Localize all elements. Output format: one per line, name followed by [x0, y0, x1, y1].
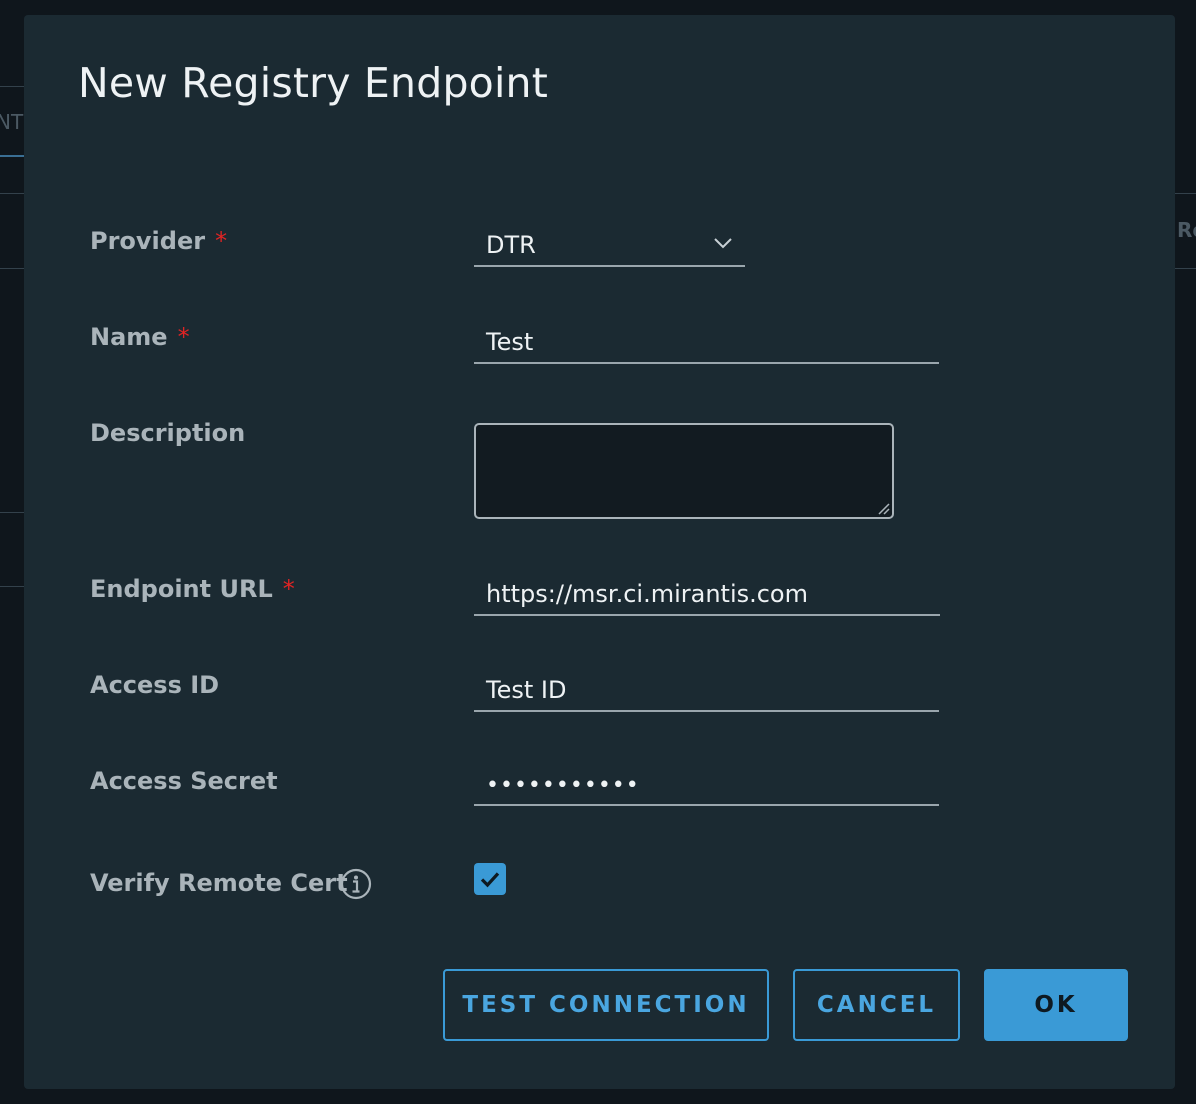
access-secret-label: Access Secret	[90, 767, 278, 795]
background-divider	[1175, 268, 1196, 269]
checkmark-icon	[480, 872, 500, 888]
endpoint-url-input[interactable]: https://msr.ci.mirantis.com	[474, 578, 940, 616]
new-registry-endpoint-dialog: New Registry Endpoint Provider * DTR Name…	[24, 15, 1175, 1089]
endpoint-url-label-text: Endpoint URL	[90, 575, 273, 603]
verify-remote-cert-label-text: Verify Remote Cert	[90, 869, 348, 897]
name-input-value: Test	[486, 328, 534, 356]
background-divider	[0, 193, 24, 194]
access-secret-input-value: •••••••••••	[486, 773, 640, 798]
required-marker: *	[282, 575, 295, 603]
access-secret-input[interactable]: •••••••••••	[474, 768, 939, 806]
required-marker: *	[177, 323, 190, 351]
info-icon[interactable]	[340, 868, 372, 900]
access-id-label: Access ID	[90, 671, 220, 699]
resize-handle-icon[interactable]	[876, 501, 890, 515]
provider-select-value: DTR	[486, 231, 536, 259]
name-label-text: Name	[90, 323, 168, 351]
background-tab-fragment: NT	[0, 110, 24, 134]
cancel-button[interactable]: CANCEL	[793, 969, 960, 1041]
name-input[interactable]: Test	[474, 326, 939, 364]
name-label: Name *	[90, 323, 190, 351]
provider-label: Provider *	[90, 227, 227, 255]
background-divider	[0, 512, 24, 513]
access-id-input-value: Test ID	[486, 676, 567, 704]
access-id-input[interactable]: Test ID	[474, 674, 939, 712]
description-label: Description	[90, 419, 246, 447]
ok-button[interactable]: OK	[984, 969, 1128, 1041]
background-divider	[0, 155, 24, 157]
verify-remote-cert-label: Verify Remote Cert	[90, 869, 348, 897]
chevron-down-icon	[714, 238, 732, 249]
dialog-title: New Registry Endpoint	[78, 59, 549, 107]
background-divider	[0, 586, 24, 587]
endpoint-url-input-value: https://msr.ci.mirantis.com	[486, 580, 808, 608]
background-column-fragment: Re	[1177, 218, 1196, 242]
provider-label-text: Provider	[90, 227, 206, 255]
provider-select[interactable]: DTR	[474, 229, 745, 267]
verify-remote-cert-checkbox[interactable]	[474, 863, 506, 895]
background-divider	[0, 86, 24, 87]
required-marker: *	[215, 227, 228, 255]
test-connection-button[interactable]: TEST CONNECTION	[443, 969, 769, 1041]
background-divider	[1175, 193, 1196, 194]
endpoint-url-label: Endpoint URL *	[90, 575, 295, 603]
description-textarea[interactable]	[474, 423, 894, 519]
